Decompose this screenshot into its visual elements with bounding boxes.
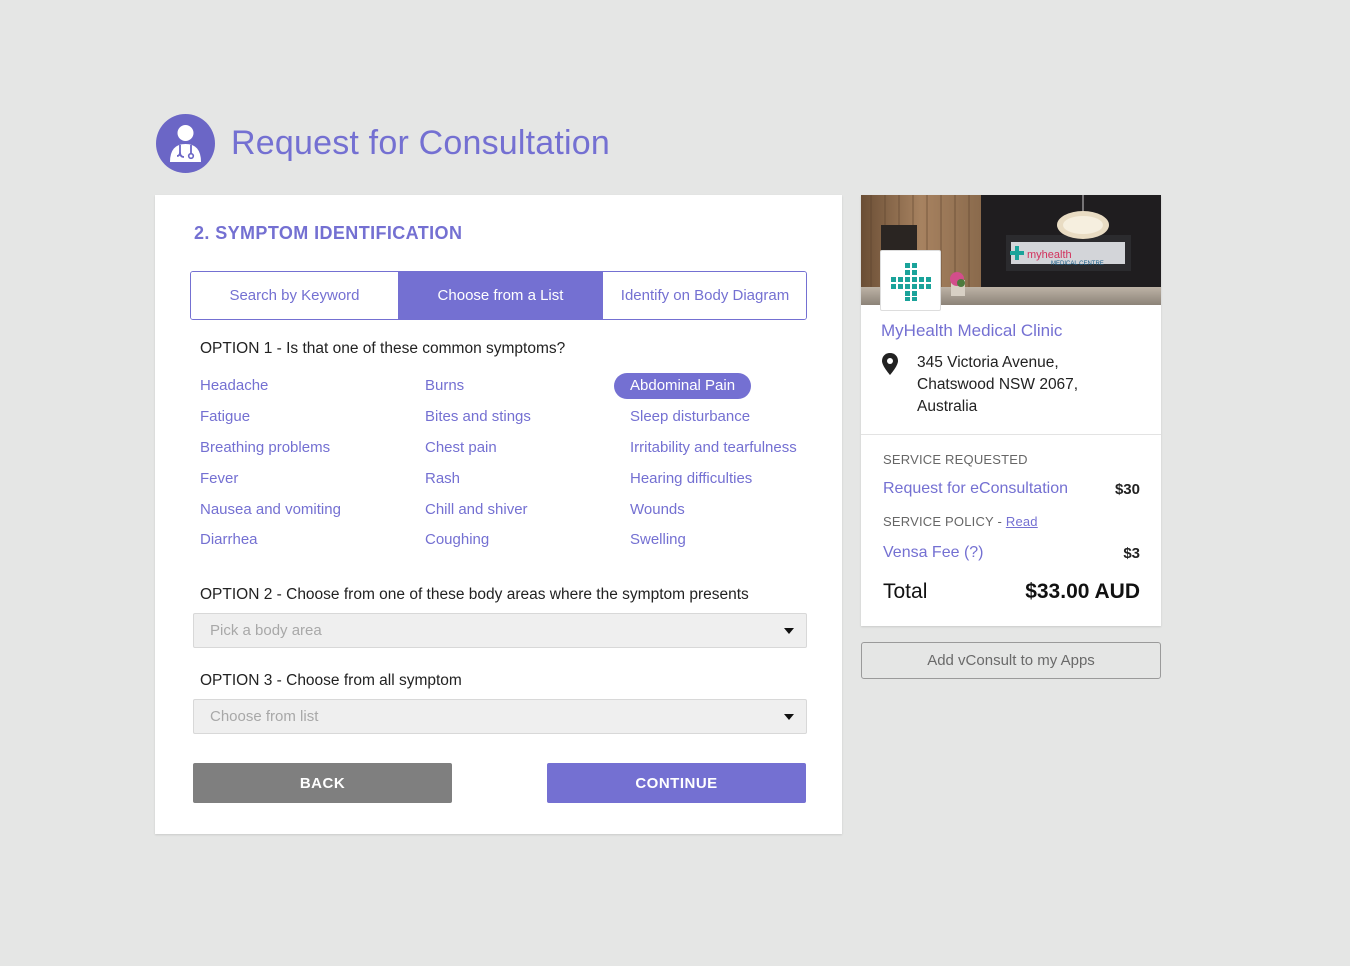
symptom-option[interactable]: Diarrhea: [200, 530, 258, 550]
symptom-option[interactable]: Irritability and tearfulness: [630, 438, 797, 458]
add-to-apps-button[interactable]: Add vConsult to my Apps: [861, 642, 1161, 679]
clinic-logo: [880, 250, 941, 311]
body-area-select[interactable]: Pick a body area: [193, 613, 807, 648]
symptom-option[interactable]: Sleep disturbance: [630, 407, 750, 427]
service-line-item: Request for eConsultation $30: [883, 480, 1140, 498]
address-line: Chatswood NSW 2067,: [917, 376, 1079, 393]
service-name[interactable]: Request for eConsultation: [883, 480, 1068, 498]
address-line: 345 Victoria Avenue,: [917, 354, 1059, 371]
symptom-option[interactable]: Burns: [425, 376, 464, 396]
chevron-down-icon: [784, 628, 794, 634]
doctor-icon: [156, 113, 215, 173]
all-symptoms-select[interactable]: Choose from list: [193, 699, 807, 734]
total-row: Total $33.00 AUD: [883, 580, 1140, 604]
service-policy: SERVICE POLICY - Read: [883, 514, 1038, 529]
symptom-option[interactable]: Rash: [425, 469, 460, 489]
total-label: Total: [883, 580, 928, 603]
symptom-option[interactable]: Coughing: [425, 530, 489, 550]
service-requested-label: SERVICE REQUESTED: [883, 452, 1028, 467]
tab-identify-on-body-diagram[interactable]: Identify on Body Diagram: [602, 272, 806, 319]
option3-label: OPTION 3 - Choose from all symptom: [200, 672, 462, 689]
location-pin-icon: [881, 353, 899, 380]
body-area-placeholder: Pick a body area: [210, 622, 322, 639]
symptom-option-selected[interactable]: Abdominal Pain: [614, 373, 752, 399]
common-symptoms-grid: Headache Fatigue Breathing problems Feve…: [200, 373, 820, 548]
address-line: Australia: [917, 398, 978, 415]
symptom-option[interactable]: Bites and stings: [425, 407, 531, 427]
back-button[interactable]: BACK: [193, 763, 452, 803]
symptom-option[interactable]: Chill and shiver: [425, 500, 528, 520]
symptom-option[interactable]: Wounds: [630, 500, 685, 520]
tab-choose-from-list[interactable]: Choose from a List: [398, 272, 602, 319]
clinic-summary-card: myhealth MEDICAL CENTRE MyHealth Medical…: [861, 195, 1161, 626]
tab-search-by-keyword[interactable]: Search by Keyword: [191, 272, 398, 319]
fee-line-item: Vensa Fee (?) $3: [883, 544, 1140, 562]
symptom-option[interactable]: Hearing difficulties: [630, 469, 752, 489]
symptom-option[interactable]: Swelling: [630, 530, 686, 550]
service-price: $30: [1114, 480, 1140, 498]
symptom-method-tabs: Search by Keyword Choose from a List Ide…: [190, 271, 807, 320]
service-policy-read-link[interactable]: Read: [1006, 514, 1038, 529]
symptom-option[interactable]: Fever: [200, 469, 238, 489]
service-policy-label: SERVICE POLICY -: [883, 514, 1003, 529]
page-title: Request for Consultation: [231, 123, 611, 162]
all-symptoms-placeholder: Choose from list: [210, 708, 319, 725]
vensa-fee-price: $3: [1123, 544, 1140, 562]
option1-label: OPTION 1 - Is that one of these common s…: [200, 340, 566, 357]
clinic-name[interactable]: MyHealth Medical Clinic: [881, 321, 1062, 341]
vensa-fee-name[interactable]: Vensa Fee (?): [883, 544, 984, 562]
clinic-address: 345 Victoria Avenue, Chatswood NSW 2067,…: [917, 352, 1078, 418]
continue-button[interactable]: CONTINUE: [547, 763, 806, 803]
svg-text:myhealth: myhealth: [1027, 249, 1072, 261]
symptom-option[interactable]: Breathing problems: [200, 438, 330, 458]
section-title: 2. SYMPTOM IDENTIFICATION: [194, 223, 463, 243]
symptom-option[interactable]: Headache: [200, 376, 268, 396]
svg-text:MEDICAL CENTRE: MEDICAL CENTRE: [1051, 261, 1104, 267]
symptom-option[interactable]: Nausea and vomiting: [200, 500, 341, 520]
option2-label: OPTION 2 - Choose from one of these body…: [200, 586, 749, 603]
chevron-down-icon: [784, 714, 794, 720]
symptom-option[interactable]: Fatigue: [200, 407, 250, 427]
divider: [861, 434, 1161, 435]
medical-cross-icon: [890, 262, 931, 301]
page-header: Request for Consultation: [156, 113, 610, 173]
symptom-option[interactable]: Chest pain: [425, 438, 497, 458]
symptom-card: 2. SYMPTOM IDENTIFICATION Search by Keyw…: [155, 195, 842, 834]
total-value: $33.00 AUD: [1025, 580, 1140, 603]
